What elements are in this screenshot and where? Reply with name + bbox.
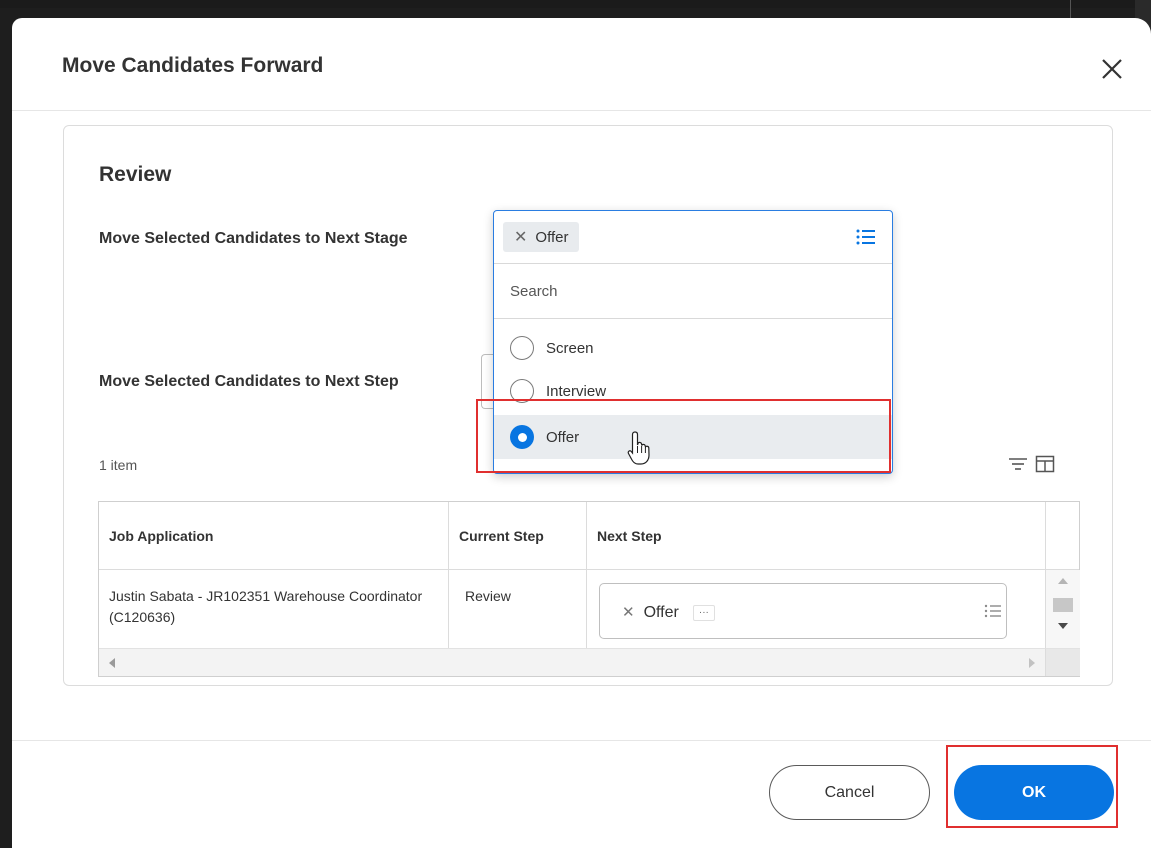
screen-frame-divider xyxy=(1070,0,1071,20)
review-card: Review Move Selected Candidates to Next … xyxy=(63,125,1113,686)
option-label: Interview xyxy=(546,382,607,400)
option-screen[interactable]: Screen xyxy=(494,326,892,370)
selected-stage-label: Offer xyxy=(535,228,569,246)
dialog-title: Move Candidates Forward xyxy=(62,54,324,77)
item-count: 1 item xyxy=(99,457,138,473)
next-step-cell: ✕ Offer ··· xyxy=(586,570,1045,648)
move-candidates-dialog: Move Candidates Forward Review Move Sele… xyxy=(12,18,1151,848)
scroll-left-arrow-icon[interactable] xyxy=(109,658,115,668)
ok-button[interactable]: OK xyxy=(954,765,1114,820)
column-header-next-step[interactable]: Next Step xyxy=(586,502,1045,570)
footer-divider xyxy=(12,740,1151,741)
next-step-chip: ✕ Offer ··· xyxy=(622,602,715,623)
next-stage-label: Move Selected Candidates to Next Stage xyxy=(99,230,408,247)
remove-chip-icon[interactable]: ✕ xyxy=(622,602,635,623)
scroll-up-arrow-icon[interactable] xyxy=(1058,578,1068,584)
prompt-list-icon[interactable] xyxy=(984,603,1002,625)
column-header-current-step[interactable]: Current Step xyxy=(448,502,586,570)
option-offer[interactable]: Offer xyxy=(494,415,892,459)
grid-header: Job Application Current Step Next Step xyxy=(99,502,1079,570)
next-step-label: Move Selected Candidates to Next Step xyxy=(99,373,399,390)
cancel-button[interactable]: Cancel xyxy=(769,765,930,820)
option-label: Screen xyxy=(546,339,594,357)
scroll-down-arrow-icon[interactable] xyxy=(1058,623,1068,629)
vertical-scrollbar[interactable] xyxy=(1045,570,1080,648)
column-header-spacer xyxy=(1045,502,1080,570)
next-step-prompt[interactable]: ✕ Offer ··· xyxy=(599,583,1007,639)
option-interview[interactable]: Interview xyxy=(494,369,892,413)
next-step-chip-label: Offer xyxy=(643,604,679,621)
more-icon[interactable]: ··· xyxy=(692,604,715,621)
scroll-thumb[interactable] xyxy=(1053,598,1073,612)
close-icon xyxy=(1102,59,1122,79)
columns-icon[interactable] xyxy=(1035,454,1055,479)
scrollbar-corner xyxy=(1045,648,1080,676)
current-step-cell: Review xyxy=(448,570,586,648)
radio-icon[interactable] xyxy=(510,379,534,403)
candidates-grid: Job Application Current Step Next Step J… xyxy=(98,501,1080,677)
selected-stage-chip: ✕ Offer xyxy=(503,222,580,252)
pointer-hand-icon xyxy=(626,430,652,471)
table-row: Justin Sabata - JR102351 Warehouse Coord… xyxy=(99,570,1045,648)
scroll-right-arrow-icon[interactable] xyxy=(1029,658,1035,668)
radio-selected-icon[interactable] xyxy=(510,425,534,449)
column-header-job-application[interactable]: Job Application xyxy=(99,502,448,570)
remove-chip-icon[interactable]: ✕ xyxy=(514,227,527,247)
radio-icon[interactable] xyxy=(510,336,534,360)
section-title: Review xyxy=(99,163,172,186)
search-input[interactable] xyxy=(494,264,892,318)
filter-icon[interactable] xyxy=(1008,456,1028,479)
job-application-cell: Justin Sabata - JR102351 Warehouse Coord… xyxy=(109,588,423,625)
next-stage-dropdown[interactable]: ✕ Offer Screen xyxy=(493,210,893,474)
screen-frame-top xyxy=(0,0,1151,8)
header-divider xyxy=(12,110,1151,111)
horizontal-scrollbar[interactable] xyxy=(99,648,1045,676)
option-label: Offer xyxy=(546,428,580,446)
dropdown-search-row xyxy=(494,263,892,319)
prompt-list-icon[interactable] xyxy=(856,228,876,251)
close-button[interactable] xyxy=(1095,52,1129,86)
